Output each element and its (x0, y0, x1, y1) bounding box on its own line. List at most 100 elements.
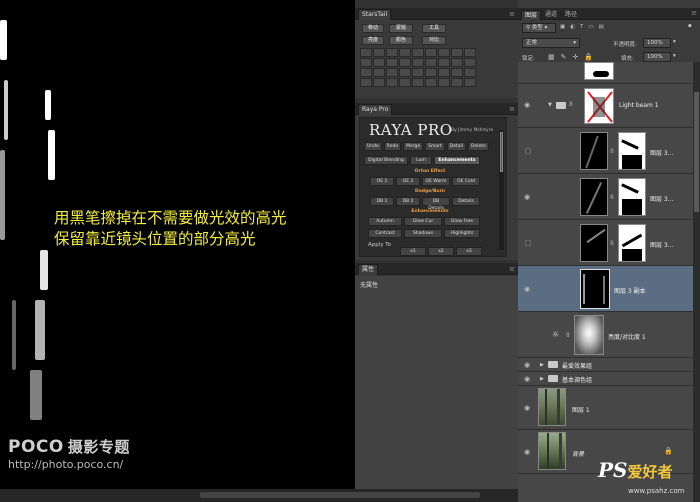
link-icon[interactable]: 8 (610, 148, 614, 155)
collapse-triangle-icon[interactable]: ▶ (540, 362, 544, 368)
tab-paths[interactable]: 路径 (562, 10, 580, 20)
tab-starstail[interactable]: StarsTail (358, 9, 392, 20)
layer-row-folder[interactable]: ◉ ▶ 最爱效果组 (518, 358, 693, 372)
stars-grid-button[interactable] (425, 68, 437, 77)
stars-grid-button[interactable] (451, 78, 463, 87)
lock-pixels-icon[interactable]: ✎ (561, 53, 567, 61)
horizontal-scrollbar[interactable] (200, 492, 480, 498)
stars-grid-button[interactable] (373, 48, 385, 57)
layer-row-light-beam-group[interactable]: ◉ ▼ 8 Light beam 1 (518, 84, 693, 128)
link-icon[interactable]: 8 (610, 240, 614, 247)
stars-button[interactable]: 移动 (362, 24, 384, 33)
stars-grid-button[interactable] (386, 58, 398, 67)
undo-button[interactable]: Undo (364, 142, 382, 151)
tab-raya-pro[interactable]: Raya Pro (358, 104, 393, 115)
layer-row[interactable]: ◉ 8 图层 3... (518, 174, 693, 220)
link-icon[interactable]: 8 (566, 332, 570, 339)
stars-grid-button[interactable] (373, 58, 385, 67)
opacity-input[interactable]: 100% (643, 38, 671, 48)
filter-toggle-icon[interactable]: ▪ (688, 23, 692, 29)
blend-mode-select[interactable]: 正常 ▾ (522, 38, 580, 48)
stars-grid-button[interactable] (412, 68, 424, 77)
panel-menu-icon[interactable]: ≡ (691, 9, 697, 17)
stars-grid-button[interactable] (425, 78, 437, 87)
smart-button[interactable]: Smart (425, 142, 445, 151)
autumn-button[interactable]: Autumn (368, 217, 402, 226)
stars-grid-button[interactable] (373, 78, 385, 87)
fill-dropdown-icon[interactable]: ▾ (673, 53, 676, 59)
db2-button[interactable]: DB 2 (396, 197, 420, 206)
stars-grid-button[interactable] (373, 68, 385, 77)
apply-button[interactable]: x3 (456, 247, 482, 256)
merge-button[interactable]: Merge (403, 142, 424, 151)
tab-channels[interactable]: 通道 (542, 10, 560, 20)
document-canvas[interactable]: 用黑笔擦掉在不需要做光效的高光 保留靠近镜头位置的部分高光 POCO 摄影专题 h… (0, 0, 355, 502)
lock-transparent-icon[interactable]: ▦ (548, 53, 555, 61)
stars-grid-button[interactable] (451, 58, 463, 67)
stars-button[interactable]: 对比 (422, 36, 446, 45)
stars-button[interactable]: 颜色 (389, 36, 413, 45)
oe1-button[interactable]: OE 1 (370, 177, 394, 186)
stars-grid-button[interactable] (386, 68, 398, 77)
panel-menu-icon[interactable]: ≡ (509, 10, 515, 18)
stars-grid-button[interactable] (464, 48, 476, 57)
layer-row[interactable]: 8 图层 3... (518, 128, 693, 174)
layer-row[interactable]: ◉ 图层 1 (518, 386, 693, 430)
visibility-eye-icon[interactable]: ◉ (524, 405, 532, 412)
oe-warm-button[interactable]: OE Warm (422, 177, 450, 186)
tab-properties[interactable]: 属性 (358, 264, 379, 275)
stars-grid-button[interactable] (425, 48, 437, 57)
visibility-eye-icon[interactable]: ◉ (524, 102, 532, 109)
lock-position-icon[interactable]: ✛ (573, 53, 579, 61)
stars-grid-button[interactable] (360, 58, 372, 67)
redo-button[interactable]: Redo (383, 142, 402, 151)
layer-row-selected[interactable]: ◉ 图层 3 副本 (518, 266, 693, 312)
db-details-button[interactable]: DB Details (422, 197, 450, 211)
visibility-toggle[interactable] (525, 240, 531, 246)
tab-layers[interactable]: 图层 (521, 10, 542, 20)
link-icon[interactable]: 8 (610, 194, 614, 201)
layer-row-adjustment[interactable]: ☼ 8 亮度/对比度 1 (518, 312, 693, 358)
delete-button[interactable]: Delete (468, 142, 489, 151)
stars-button[interactable]: 亮度 (362, 36, 384, 45)
db1-button[interactable]: DB 1 (370, 197, 394, 206)
stars-grid-button[interactable] (438, 78, 450, 87)
stars-grid-button[interactable] (451, 48, 463, 57)
highlights-button[interactable]: Highlights (444, 229, 480, 238)
stars-grid-button[interactable] (360, 48, 372, 57)
stars-grid-button[interactable] (425, 58, 437, 67)
filter-icons[interactable]: ▣◐T▭▤ (560, 24, 609, 30)
layer-row[interactable] (518, 62, 693, 84)
detail-button[interactable]: Detail (446, 142, 467, 151)
collapse-triangle-icon[interactable]: ▶ (540, 376, 544, 382)
shadows-button[interactable]: Shadows (404, 229, 442, 238)
visibility-toggle[interactable] (525, 148, 531, 154)
stars-grid-button[interactable] (360, 78, 372, 87)
visibility-eye-icon[interactable]: ◉ (524, 362, 532, 369)
raya-scrollbar[interactable] (499, 130, 504, 250)
stars-grid-button[interactable] (399, 68, 411, 77)
stars-button[interactable]: 工具 (422, 24, 446, 33)
tab-enhancements[interactable]: Enhancements (434, 156, 480, 165)
lock-all-icon[interactable]: 🔒 (584, 53, 593, 61)
opacity-dropdown-icon[interactable]: ▾ (673, 39, 676, 45)
stars-grid-button[interactable] (438, 68, 450, 77)
tab-digital-blending[interactable]: Digital Blending (364, 156, 408, 165)
tab-lum[interactable]: Lum (410, 156, 432, 165)
glow-cur-button[interactable]: Glow Cur (404, 217, 442, 226)
link-icon[interactable]: 8 (569, 101, 573, 108)
expand-triangle-icon[interactable]: ▼ (548, 102, 552, 108)
apply-button[interactable]: x2 (428, 247, 454, 256)
lock-icons[interactable]: ▦ ✎ ✛ 🔒 (548, 53, 593, 61)
visibility-eye-icon[interactable]: ◉ (524, 194, 532, 201)
oe2-button[interactable]: OE 2 (396, 177, 420, 186)
visibility-eye-icon[interactable]: ◉ (524, 449, 532, 456)
stars-button[interactable]: 蒙版 (389, 24, 413, 33)
stars-grid-button[interactable] (360, 68, 372, 77)
panel-menu-icon[interactable]: ≡ (509, 265, 515, 273)
stars-grid-button[interactable] (412, 58, 424, 67)
fill-input[interactable]: 100% (643, 52, 671, 62)
layers-scrollbar[interactable] (693, 62, 700, 502)
details-button[interactable]: Details (452, 197, 480, 206)
stars-grid-button[interactable] (464, 58, 476, 67)
